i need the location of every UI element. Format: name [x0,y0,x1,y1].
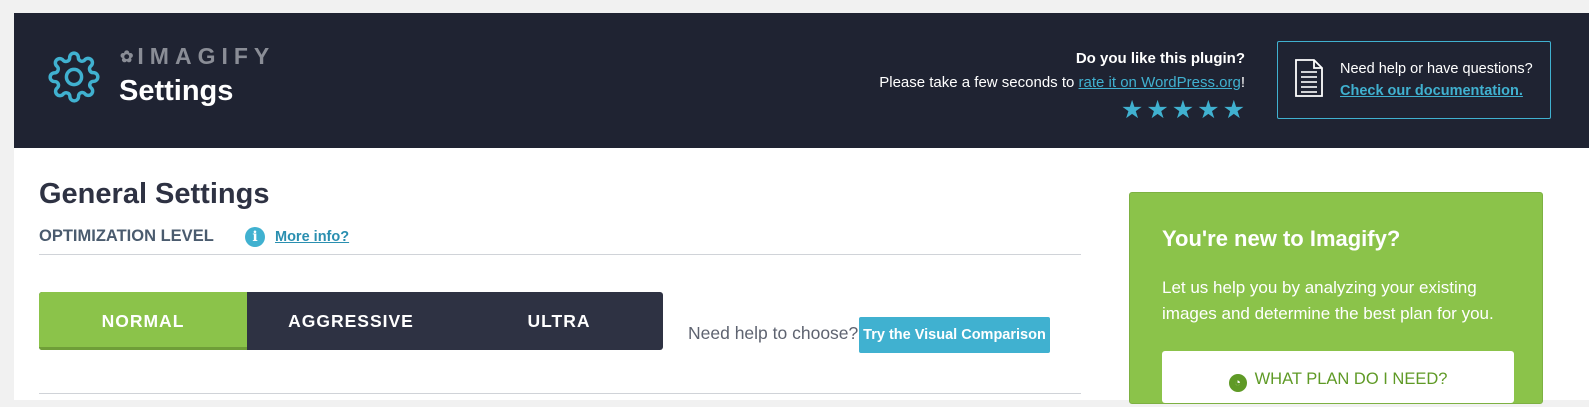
page-header: ✿ IMAGIFY Settings Do you like this plugi… [14,13,1589,148]
star-icon[interactable]: ★ [1121,96,1143,124]
info-icon[interactable]: i [245,227,265,247]
what-plan-button[interactable]: ◔ WHAT PLAN DO I NEED? [1162,351,1514,403]
divider [39,393,1081,394]
rate-line: Please take a few seconds to rate it on … [879,71,1245,95]
star-icon[interactable]: ★ [1146,96,1168,124]
star-icon[interactable]: ★ [1197,96,1219,124]
what-plan-label: WHAT PLAN DO I NEED? [1254,370,1448,388]
gear-icon [48,51,100,103]
new-user-promo: You're new to Imagify? Let us help you b… [1129,192,1543,404]
help-text: Need help or have questions? [1340,61,1533,77]
star-icon[interactable]: ★ [1223,96,1245,124]
rate-question: Do you like this plugin? [1075,50,1245,67]
page-title: Settings [119,75,234,107]
imagify-logo-icon: ✿ [120,49,134,66]
rate-prefix: Please take a few seconds to [879,74,1079,91]
dashboard-icon: ◔ [1228,374,1247,392]
imagify-logo: ✿ IMAGIFY [120,43,275,70]
promo-heading: You're new to Imagify? [1162,226,1401,251]
logo-text: IMAGIFY [137,43,276,69]
level-normal-button[interactable]: NORMAL [39,292,247,350]
level-ultra-button[interactable]: ULTRA [455,292,663,350]
document-icon [1295,59,1323,97]
need-help-text: Need help to choose? [688,323,859,343]
optimization-level-label: OPTIMIZATION LEVEL [39,227,214,245]
visual-comparison-button[interactable]: Try the Visual Comparison [859,317,1050,353]
level-aggressive-button[interactable]: AGGRESSIVE [247,292,455,350]
rate-link[interactable]: rate it on WordPress.org [1079,74,1241,91]
optimization-level-selector: NORMAL AGGRESSIVE ULTRA [39,292,663,350]
more-info-link[interactable]: More info? [275,229,349,245]
promo-text: Let us help you by analyzing your existi… [1162,278,1494,323]
documentation-link[interactable]: Check our documentation. [1340,83,1523,99]
divider [39,254,1081,255]
rate-suffix: ! [1240,74,1245,91]
section-heading: General Settings [39,178,270,210]
rating-stars[interactable]: ★ ★ ★ ★ ★ [1118,95,1245,125]
rate-plugin-box: Do you like this plugin? Please take a f… [879,47,1245,95]
star-icon[interactable]: ★ [1172,96,1194,124]
help-box: Need help or have questions? Check our d… [1277,41,1551,119]
settings-main: General Settings OPTIMIZATION LEVEL i Mo… [14,148,1589,404]
